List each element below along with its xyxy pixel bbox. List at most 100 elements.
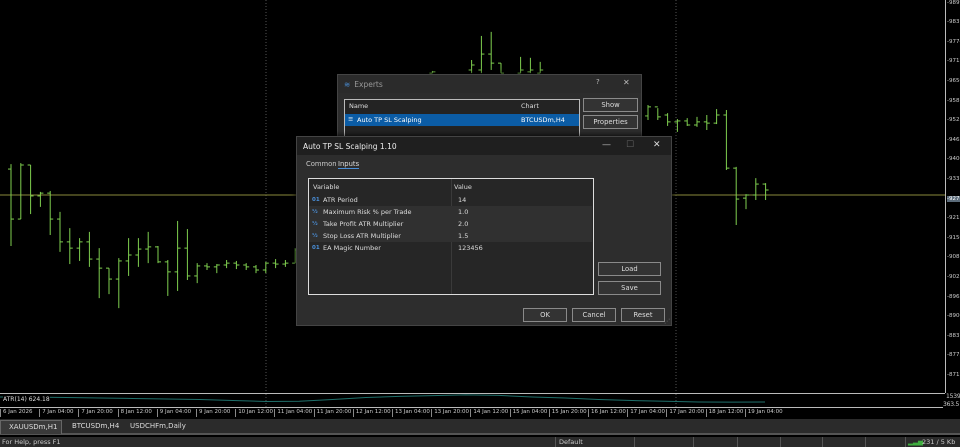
price-label: -9525: [947, 117, 960, 124]
time-label: 16 Jan 12:00: [588, 409, 626, 417]
column-chart: Chart: [521, 102, 539, 110]
ohlc-bar: [645, 105, 651, 120]
tab-common[interactable]: Common: [306, 160, 337, 168]
double-type-icon: ½: [312, 233, 318, 239]
time-label: 14 Jan 12:00: [470, 409, 508, 417]
ohlc-bar: [243, 263, 250, 270]
price-label: -9087: [947, 254, 960, 261]
time-label: 15 Jan 04:00: [509, 409, 547, 417]
profile-name[interactable]: Default: [559, 438, 583, 446]
atr-indicator-label: ATR(14) 624.18: [3, 396, 50, 403]
input-row-sl-multiplier[interactable]: ½ Stop Loss ATR Multiplier 1.5: [309, 230, 592, 242]
input-row-magic-number[interactable]: 01 EA Magic Number 123456: [309, 242, 592, 254]
ohlc-bar: [106, 267, 112, 295]
ok-button[interactable]: OK: [523, 308, 567, 322]
input-variable: Take Profit ATR Multiplier: [323, 220, 404, 228]
time-label: 10 Jan 12:00: [235, 409, 273, 417]
input-value[interactable]: 123456: [453, 244, 483, 252]
ohlc-bar: [47, 190, 54, 235]
input-variable: Stop Loss ATR Multiplier: [323, 232, 401, 240]
save-button[interactable]: Save: [598, 281, 661, 295]
price-label: -9337: [947, 175, 960, 182]
tab-inputs[interactable]: Inputs: [338, 160, 360, 169]
connection-status[interactable]: 231 / 5 Kb: [922, 438, 955, 446]
time-label: 11 Jan 04:00: [274, 409, 312, 417]
ohlc-bar: [184, 229, 191, 280]
experts-icon: ≋: [344, 79, 351, 89]
time-label: 7 Jan 20:00: [78, 409, 113, 417]
time-label: 9 Jan 04:00: [156, 409, 191, 417]
properties-button[interactable]: Properties: [583, 115, 638, 129]
price-label: -9150: [947, 234, 960, 241]
ea-close-button[interactable]: ✕: [653, 140, 661, 150]
price-label: -9837: [947, 19, 960, 26]
atr-line: [0, 394, 766, 403]
time-label: 13 Jan 20:00: [431, 409, 469, 417]
double-type-icon: ½: [312, 209, 318, 215]
column-value: Value: [454, 183, 472, 191]
ohlc-bar: [468, 60, 475, 74]
input-value[interactable]: 2.0: [453, 220, 468, 228]
time-label: 18 Jan 12:00: [705, 409, 743, 417]
price-label: -9650: [947, 77, 960, 84]
tab-usdchfm-daily[interactable]: USDCHFm,Daily: [122, 420, 194, 434]
reset-button[interactable]: Reset: [621, 308, 665, 322]
resize-grip-icon[interactable]: ⋰: [664, 318, 670, 325]
time-label: 12 Jan 12:00: [352, 409, 391, 417]
price-label: -8775: [947, 352, 960, 359]
input-variable: ATR Period: [323, 196, 358, 204]
ea-properties-dialog: Auto TP SL Scalping 1.10 — ☐ ✕ Common In…: [296, 136, 672, 326]
tab-btcusdm-h4[interactable]: BTCUSDm,H4: [64, 420, 120, 434]
ohlc-bar: [664, 113, 671, 126]
int-type-icon: 01: [312, 197, 320, 203]
input-row-tp-multiplier[interactable]: ½ Take Profit ATR Multiplier 2.0: [309, 218, 592, 230]
show-button[interactable]: Show: [583, 98, 638, 112]
ohlc-bar: [723, 110, 730, 170]
cancel-button[interactable]: Cancel: [572, 308, 616, 322]
help-button[interactable]: ?: [596, 78, 600, 86]
price-label: -8900: [947, 313, 960, 320]
tab-xauusdm-h1[interactable]: XAUUSDm,H1: [0, 420, 62, 434]
minimize-button[interactable]: —: [602, 140, 611, 150]
ohlc-bar: [517, 56, 524, 74]
ohlc-bar: [76, 238, 83, 261]
expert-row[interactable]: ≡ Auto TP SL Scalping BTCUSDm,H4: [345, 114, 579, 126]
input-variable: EA Magic Number: [323, 244, 381, 252]
input-row-max-risk[interactable]: ½ Maximum Risk % per Trade 1.0: [309, 206, 592, 218]
chart-tabs: XAUUSDm,H1 BTCUSDm,H4 USDCHFm,Daily: [0, 419, 960, 435]
expert-chart: BTCUSDm,H4: [521, 116, 565, 124]
ohlc-bar: [223, 260, 230, 269]
price-label: -8962: [947, 293, 960, 300]
input-value[interactable]: 1.5: [453, 232, 468, 240]
ohlc-bar: [57, 211, 63, 252]
load-button[interactable]: Load: [598, 262, 661, 276]
experts-dialog: ≋ Experts ? ✕ Name Chart ≡ Auto TP SL Sc…: [337, 74, 642, 145]
ohlc-bar: [37, 191, 44, 207]
signal-icon: ▂▃▅: [908, 438, 923, 446]
time-label: 6 Jan 2026: [0, 409, 32, 417]
input-value[interactable]: 14: [453, 196, 466, 204]
ohlc-bar: [115, 258, 122, 309]
ea-dialog-title: Auto TP SL Scalping 1.10: [303, 141, 397, 151]
ohlc-bar: [762, 183, 769, 200]
ohlc-bar: [194, 263, 201, 284]
time-label: 17 Jan 20:00: [666, 409, 704, 417]
expert-name: Auto TP SL Scalping: [357, 116, 422, 124]
ohlc-bar: [703, 115, 710, 130]
ohlc-bar: [66, 228, 73, 265]
ohlc-bar: [125, 238, 132, 276]
price-axis[interactable]: -9899 -9837 -9774 -9712 -9650 -9587 -9525 -9462…: [945, 0, 960, 393]
price-label: -9400: [947, 156, 960, 163]
experts-title: Experts: [354, 79, 383, 89]
time-label: 9 Jan 20:00: [196, 409, 230, 417]
experts-close-button[interactable]: ✕: [623, 78, 630, 87]
atr-indicator-window[interactable]: ATR(14) 624.18: [0, 393, 945, 408]
input-value[interactable]: 1.0: [453, 208, 468, 216]
ohlc-bar: [488, 31, 495, 70]
inputs-table: Variable Value 01 ATR Period 14 ½ Maximu…: [308, 178, 594, 295]
maximize-button[interactable]: ☐: [626, 140, 634, 150]
price-label: -8837: [947, 332, 960, 339]
input-row-atr-period[interactable]: 01 ATR Period 14: [309, 194, 592, 206]
double-type-icon: ½: [312, 221, 318, 227]
price-label: -9774: [947, 38, 960, 45]
